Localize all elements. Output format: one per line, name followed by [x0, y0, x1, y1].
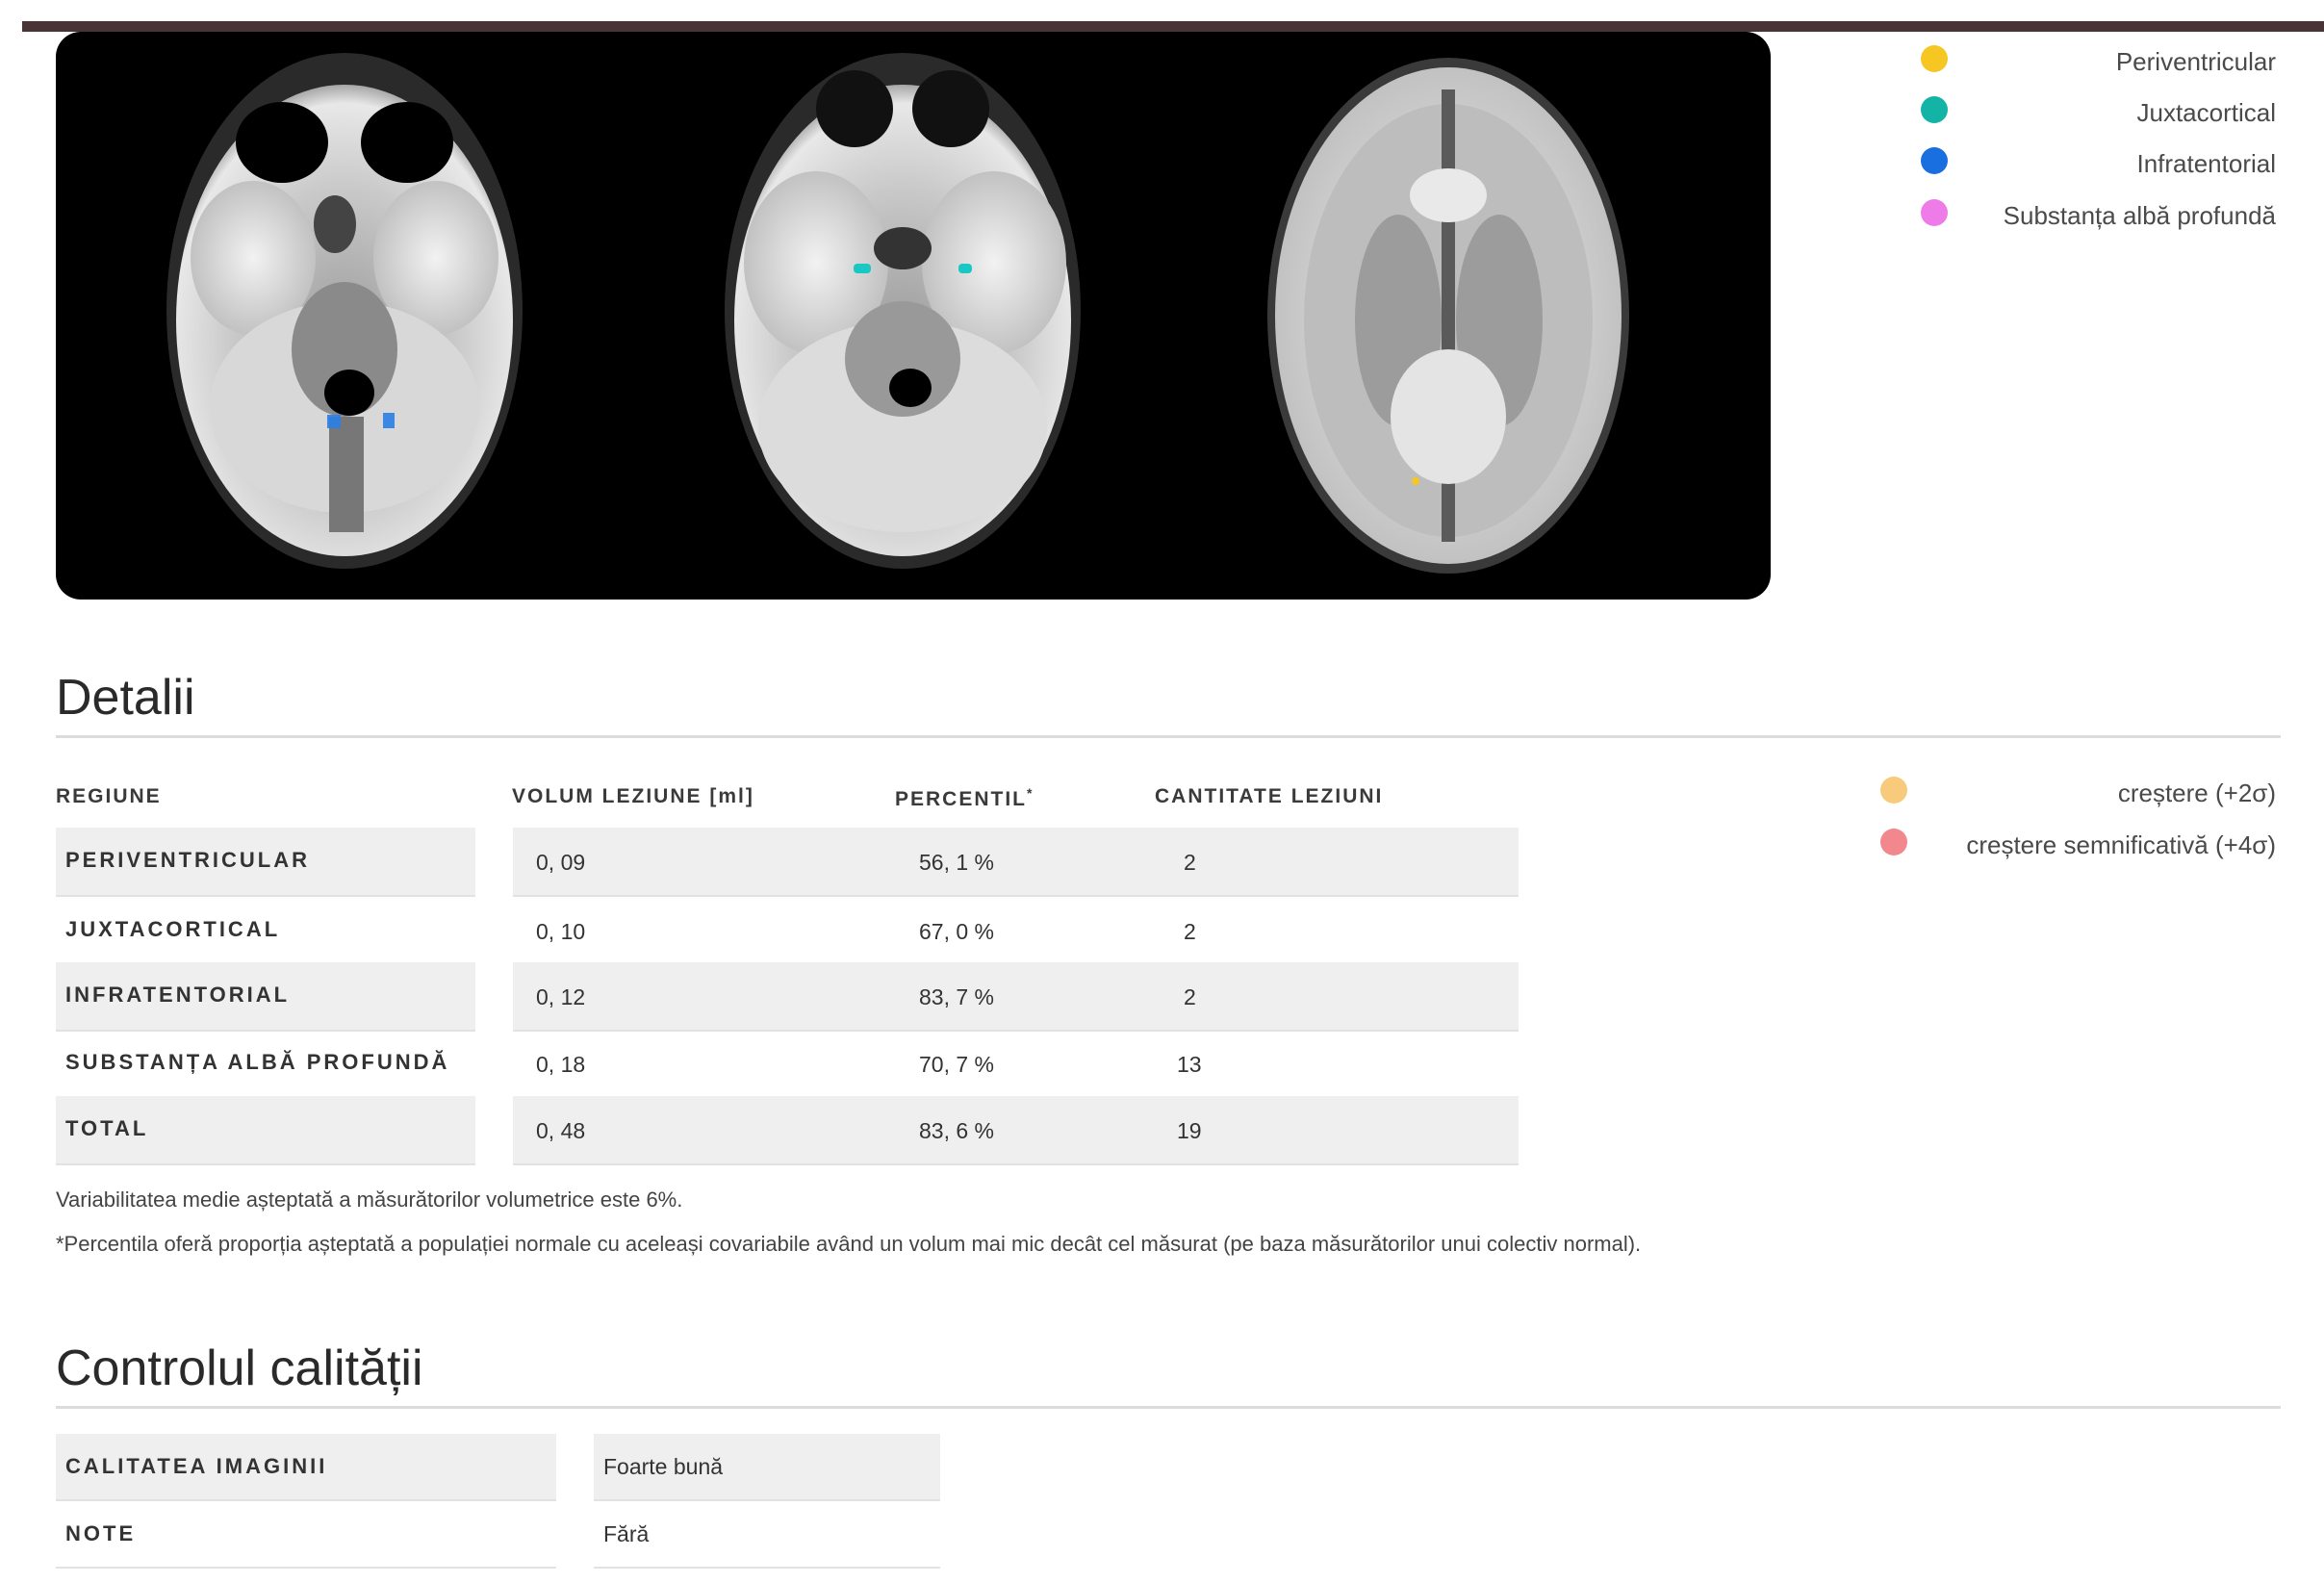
- legend-item-juxtacortical: Juxtacortical: [1905, 96, 2276, 127]
- header-region: REGIUNE: [56, 785, 162, 807]
- table-row-values: 0, 10 67, 0 % 2: [513, 897, 1519, 966]
- mri-slices-panel: [56, 32, 1771, 600]
- table-row-values: 0, 18 70, 7 % 13: [513, 1030, 1519, 1099]
- region-legend: Periventricular Juxtacortical Infratento…: [1905, 45, 2276, 238]
- legend-item-significant-increase: creștere semnificativă (+4σ): [1880, 829, 2276, 859]
- pink-dot-icon: [1921, 199, 1948, 226]
- mri-slice-2: [725, 53, 1081, 569]
- table-row: PERIVENTRICULAR: [56, 828, 475, 897]
- quality-row-label: NOTE: [56, 1501, 556, 1569]
- blue-dot-icon: [1921, 147, 1948, 174]
- teal-dot-icon: [1921, 96, 1948, 123]
- legend-item-infratentorial: Infratentorial: [1905, 147, 2276, 178]
- legend-item-periventricular: Periventricular: [1905, 45, 2276, 76]
- percentile-footnote: *Percentila oferă proporția așteptată a …: [56, 1232, 1642, 1256]
- header-count: CANTITATE LEZIUNI: [1155, 785, 1384, 807]
- quality-row-value: Fără: [594, 1501, 940, 1569]
- periventricular-lesion: [1412, 477, 1419, 485]
- details-divider: [56, 735, 2281, 738]
- table-row-values: 0, 09 56, 1 % 2: [513, 828, 1519, 897]
- details-heading: Detalii: [56, 670, 195, 726]
- legend-item-increase: creștere (+2σ): [1880, 777, 2276, 807]
- deviation-legend: creștere (+2σ) creștere semnificativă (+…: [1880, 777, 2276, 859]
- mri-slice-1: [166, 53, 523, 569]
- variability-note: Variabilitatea medie așteptată a măsurăt…: [56, 1187, 683, 1212]
- header-volume: VOLUM LEZIUNE [ml]: [512, 785, 754, 807]
- legend-item-deep-white-matter: Substanța albă profundă: [1905, 199, 2276, 230]
- table-row: JUXTACORTICAL: [56, 897, 475, 966]
- mri-slice-3: [1267, 58, 1629, 574]
- header-percentile: PERCENTIL*: [895, 785, 1034, 810]
- table-row: SUBSTANȚA ALBĂ PROFUNDĂ: [56, 1030, 475, 1099]
- table-row-values: 0, 48 83, 6 % 19: [513, 1096, 1519, 1165]
- quality-row-label: CALITATEA IMAGINII: [56, 1434, 556, 1501]
- quality-heading: Controlul calității: [56, 1340, 423, 1396]
- table-row-values: 0, 12 83, 7 % 2: [513, 962, 1519, 1032]
- yellow-dot-icon: [1921, 45, 1948, 72]
- table-row: TOTAL: [56, 1096, 475, 1165]
- quality-divider: [56, 1406, 2281, 1409]
- top-bar: [22, 21, 2324, 32]
- quality-row-value: Foarte bună: [594, 1434, 940, 1501]
- orange-dot-icon: [1880, 777, 1907, 804]
- table-row: INFRATENTORIAL: [56, 962, 475, 1032]
- red-dot-icon: [1880, 829, 1907, 855]
